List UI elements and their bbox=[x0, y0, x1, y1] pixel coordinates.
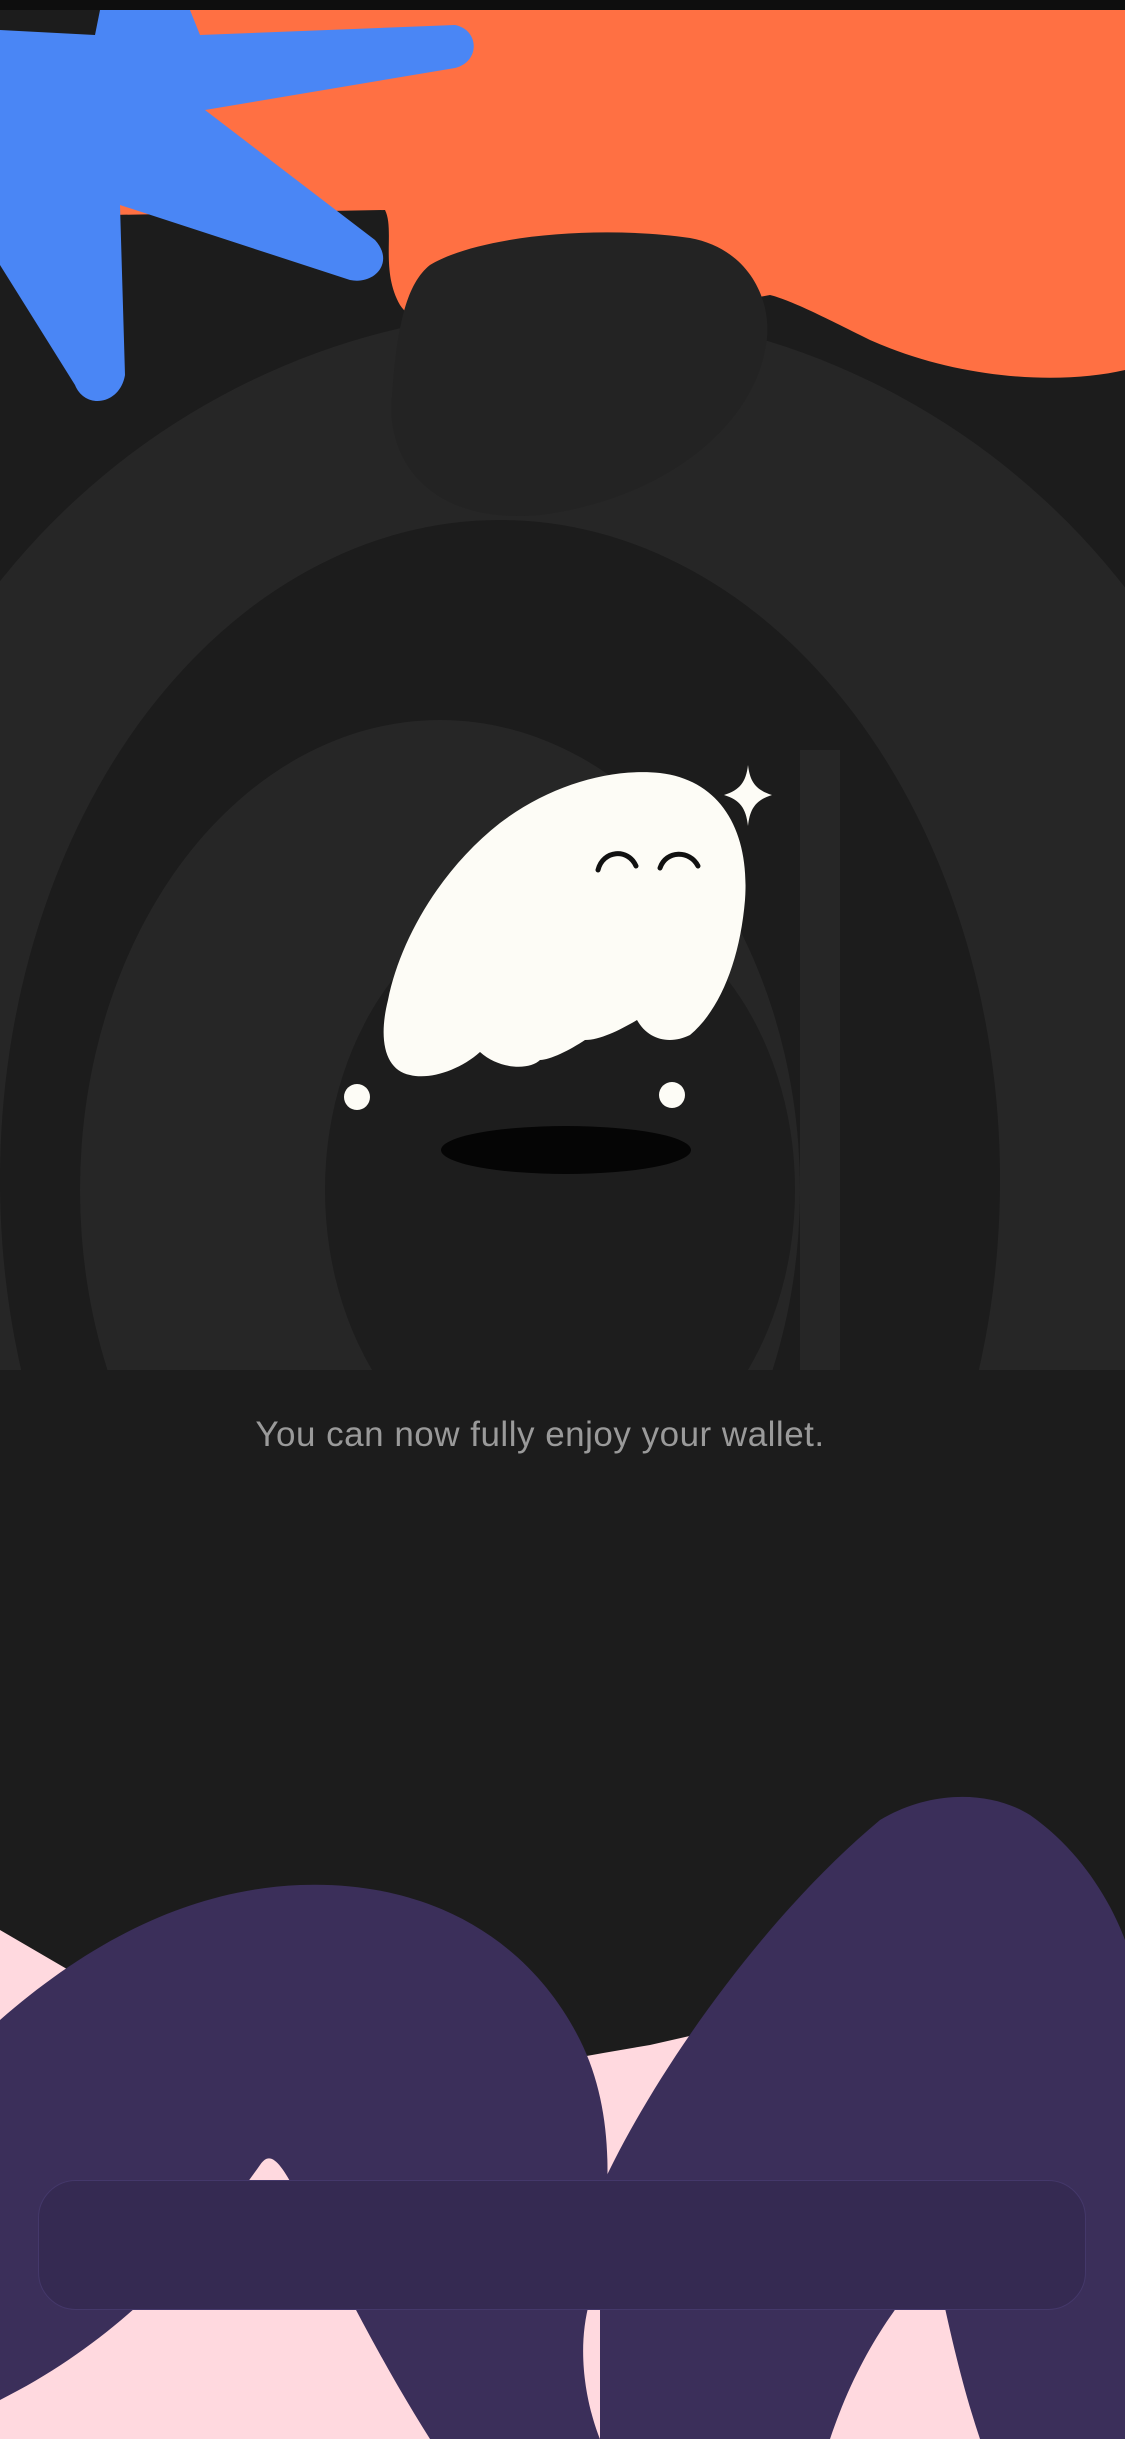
mascot-body bbox=[383, 772, 746, 1077]
mascot-hand-right bbox=[659, 1082, 685, 1108]
sparkle-icon bbox=[724, 765, 772, 826]
continue-button[interactable] bbox=[38, 2180, 1086, 2310]
mascot-shadow bbox=[441, 1126, 691, 1174]
onboarding-complete-screen: You can now fully enjoy your wallet. bbox=[0, 0, 1125, 2439]
success-message: You can now fully enjoy your wallet. bbox=[255, 1415, 825, 1454]
ghost-mascot-icon bbox=[344, 765, 772, 1174]
mascot-hand-left bbox=[344, 1084, 370, 1110]
